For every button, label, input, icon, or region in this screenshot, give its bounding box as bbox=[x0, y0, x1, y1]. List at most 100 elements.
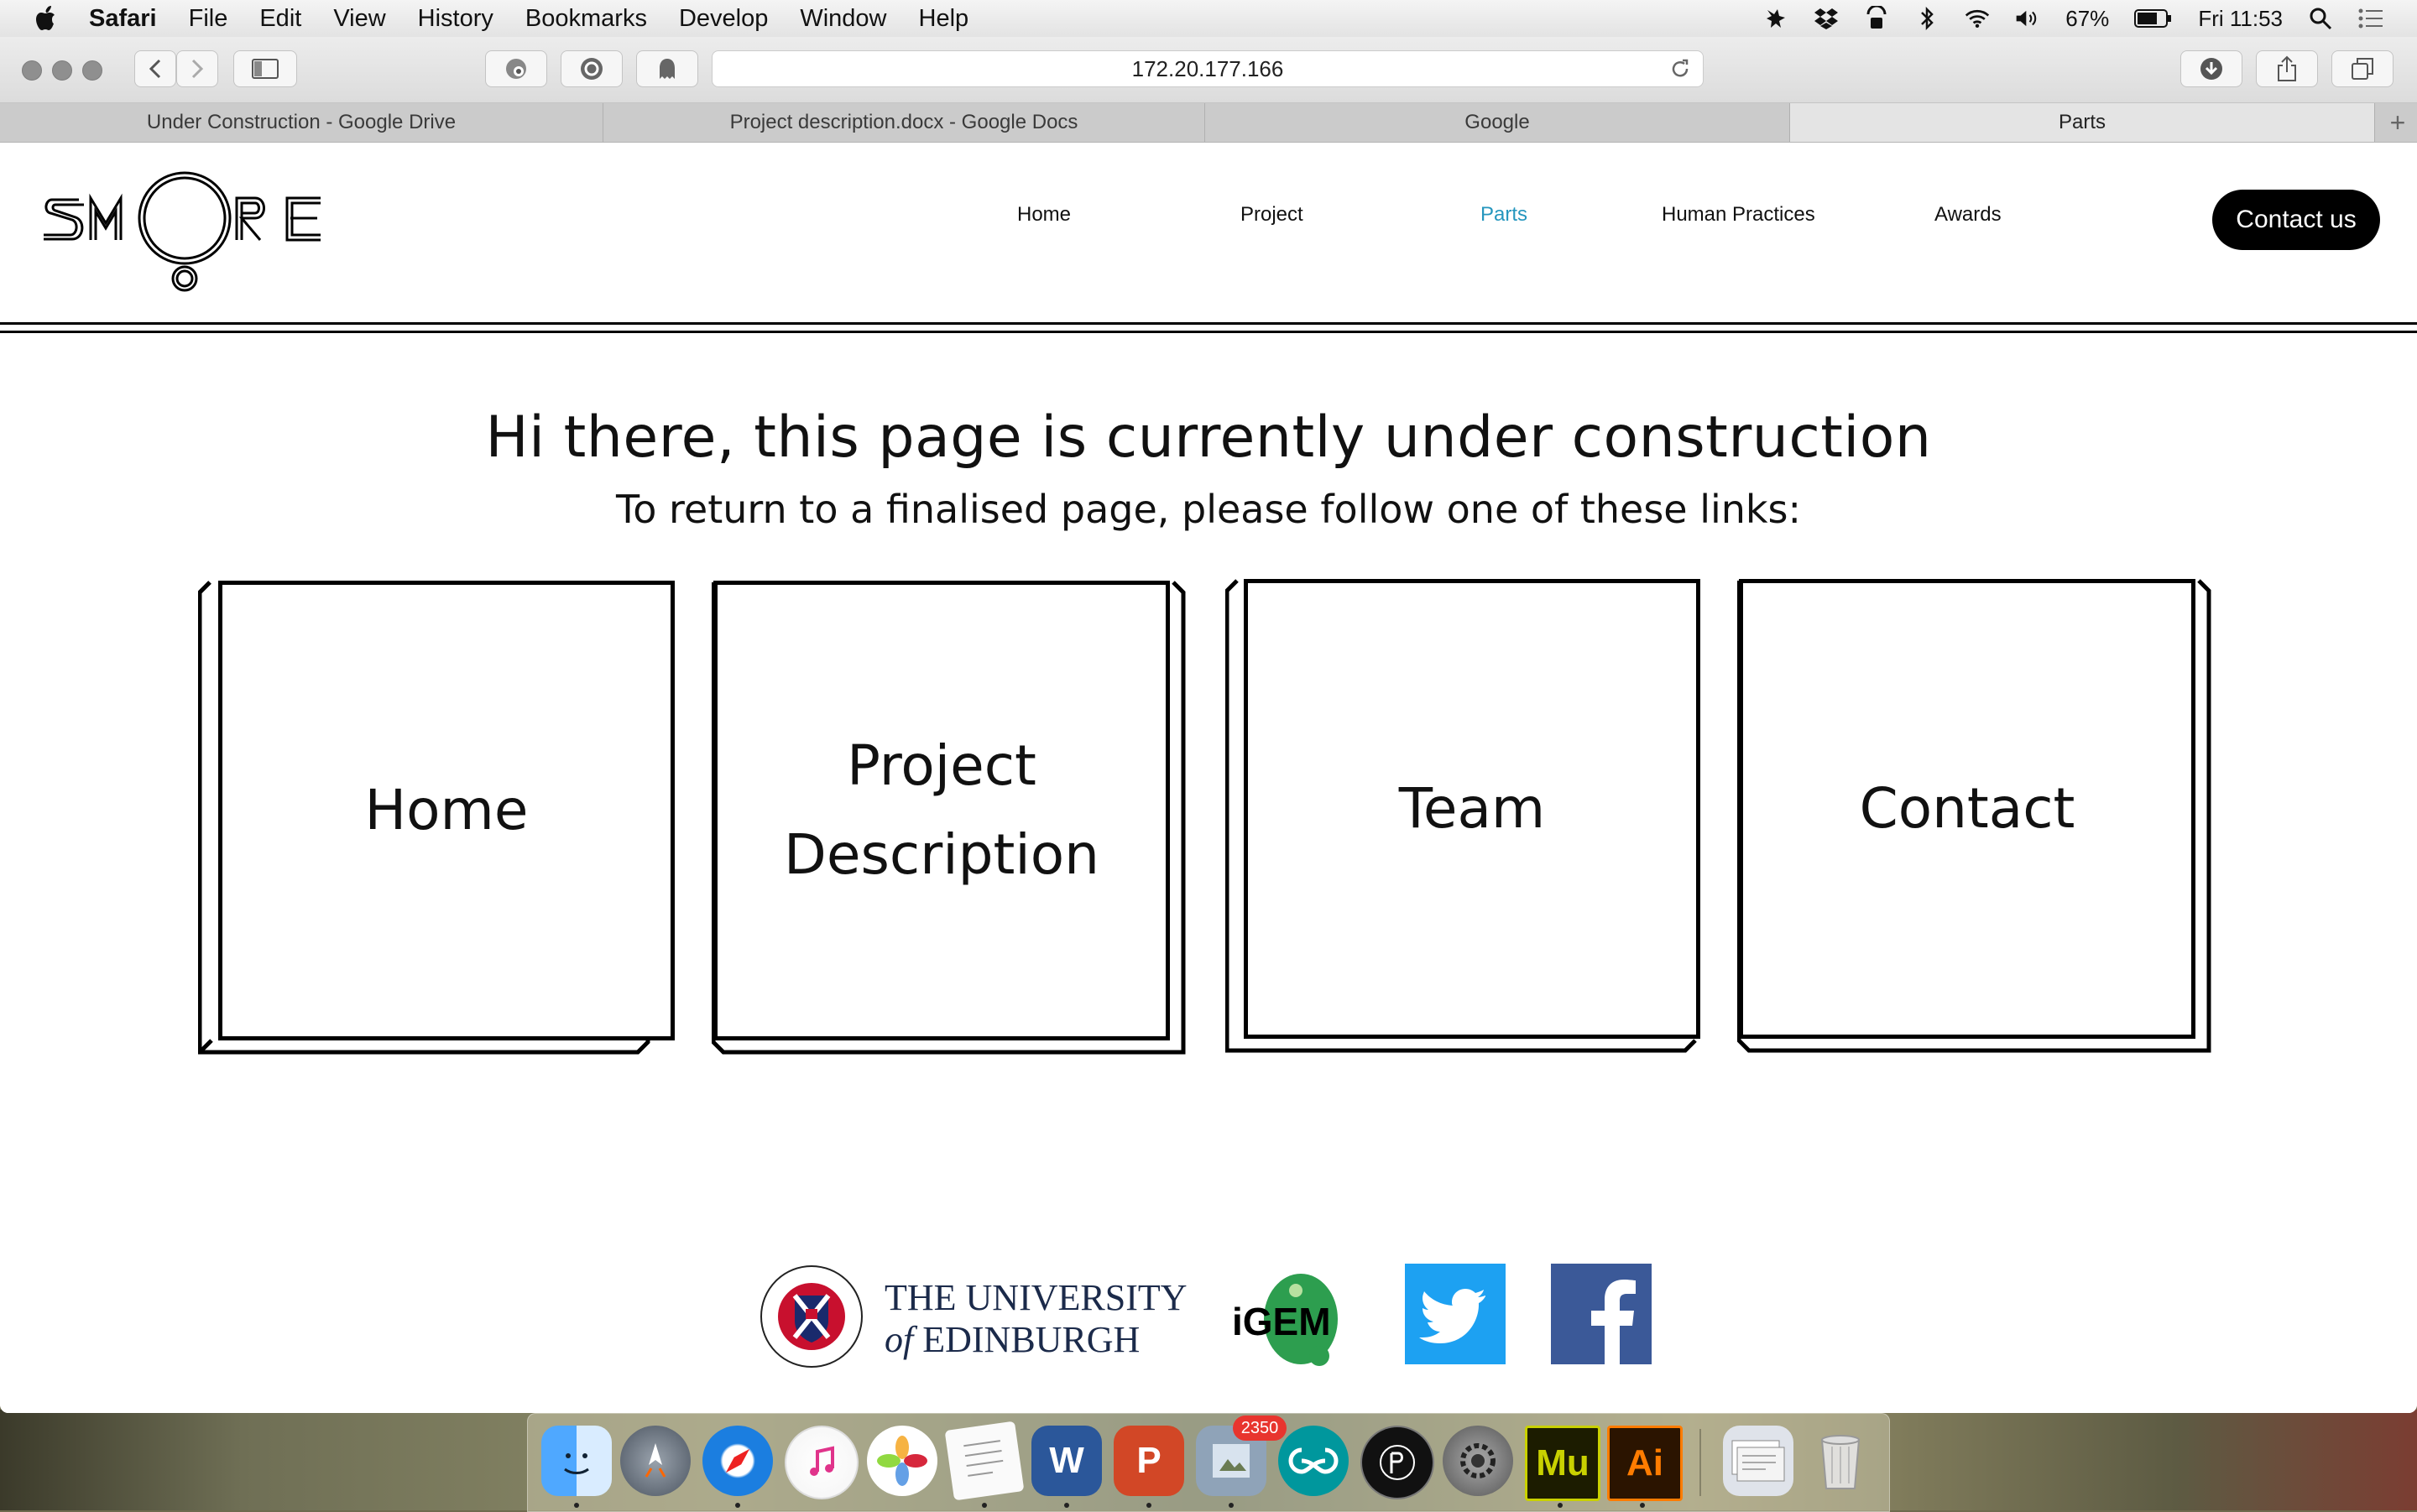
safari-dock-icon[interactable] bbox=[702, 1426, 773, 1496]
university-line-2: of EDINBURGH bbox=[885, 1319, 1188, 1361]
word-icon[interactable]: W bbox=[1031, 1426, 1102, 1496]
itunes-icon[interactable] bbox=[785, 1426, 859, 1499]
tab-title: Under Construction - Google Drive bbox=[146, 111, 457, 133]
photos-icon[interactable] bbox=[867, 1426, 937, 1496]
twitter-link[interactable] bbox=[1405, 1264, 1506, 1364]
card-contact-face[interactable]: Contact bbox=[1739, 579, 2195, 1039]
nav-human-practices[interactable]: Human Practices bbox=[1662, 203, 1815, 227]
textedit-icon[interactable] bbox=[944, 1421, 1025, 1501]
tab-google[interactable]: Google bbox=[1205, 103, 1790, 142]
ghostery-icon bbox=[660, 59, 675, 79]
zoom-window-button[interactable] bbox=[82, 60, 102, 81]
tab-parts[interactable]: Parts bbox=[1790, 103, 2375, 142]
extension-button-2[interactable] bbox=[561, 50, 623, 87]
running-indicator bbox=[574, 1503, 579, 1508]
notification-center-icon[interactable] bbox=[2358, 6, 2383, 31]
menu-history[interactable]: History bbox=[418, 5, 493, 33]
running-indicator bbox=[1558, 1503, 1563, 1508]
card-label: Project bbox=[847, 733, 1036, 799]
menu-view[interactable]: View bbox=[333, 5, 385, 33]
downloads-button[interactable] bbox=[2180, 50, 2242, 87]
browser-window: 172.20.177.166 Under Construction - Goog… bbox=[0, 37, 2417, 1413]
powerpoint-icon[interactable]: P bbox=[1114, 1426, 1184, 1496]
menu-bar: Safari File Edit View History Bookmarks … bbox=[0, 0, 2417, 38]
tab-project-description[interactable]: Project description.docx - Google Docs bbox=[603, 103, 1205, 142]
facebook-link[interactable] bbox=[1551, 1264, 1652, 1364]
card-project-description-face[interactable]: Project Description bbox=[713, 581, 1170, 1040]
igem-logo[interactable]: iGEM bbox=[1229, 1262, 1363, 1371]
illustrator-icon[interactable]: Ai bbox=[1607, 1426, 1683, 1501]
finder-icon[interactable] bbox=[541, 1426, 612, 1496]
card-home-face[interactable]: Home bbox=[218, 581, 675, 1040]
extension-button-1[interactable] bbox=[485, 50, 547, 87]
running-indicator bbox=[735, 1503, 740, 1508]
header-divider bbox=[0, 322, 2417, 325]
trash-icon[interactable] bbox=[1805, 1426, 1876, 1496]
system-preferences-icon[interactable] bbox=[1443, 1426, 1513, 1496]
back-button[interactable] bbox=[134, 50, 176, 87]
launchpad-icon[interactable] bbox=[620, 1426, 691, 1496]
menu-window[interactable]: Window bbox=[800, 5, 886, 33]
bluetooth-icon[interactable] bbox=[1914, 6, 1939, 31]
edinburgh-crest-icon bbox=[760, 1265, 863, 1368]
new-tab-button[interactable]: + bbox=[2375, 103, 2417, 142]
close-window-button[interactable] bbox=[22, 60, 42, 81]
battery-icon[interactable] bbox=[2134, 6, 2173, 31]
twitter-icon bbox=[1419, 1289, 1485, 1343]
p3-app-icon[interactable] bbox=[1360, 1426, 1434, 1499]
card-label: Home bbox=[364, 778, 529, 843]
apple-icon[interactable] bbox=[35, 4, 60, 33]
card-label: Team bbox=[1398, 776, 1546, 842]
header-divider bbox=[0, 331, 2417, 333]
menu-help[interactable]: Help bbox=[919, 5, 969, 33]
address-bar[interactable]: 172.20.177.166 bbox=[712, 50, 1704, 87]
reload-icon[interactable] bbox=[1669, 58, 1691, 80]
volume-icon[interactable] bbox=[2015, 6, 2040, 31]
menu-edit[interactable]: Edit bbox=[259, 5, 301, 33]
running-indicator bbox=[1064, 1503, 1069, 1508]
running-indicator bbox=[982, 1503, 987, 1508]
muse-icon[interactable]: Mu bbox=[1525, 1426, 1600, 1501]
forward-button[interactable] bbox=[176, 50, 218, 87]
menu-file[interactable]: File bbox=[189, 5, 228, 33]
menu-bookmarks[interactable]: Bookmarks bbox=[525, 5, 647, 33]
wifi-icon[interactable] bbox=[1965, 6, 1990, 31]
nav-parts[interactable]: Parts bbox=[1480, 203, 1527, 227]
tab-under-construction[interactable]: Under Construction - Google Drive bbox=[0, 103, 603, 142]
contact-us-button[interactable]: Contact us bbox=[2212, 190, 2380, 250]
chevron-right-icon bbox=[191, 59, 204, 79]
card-team-face[interactable]: Team bbox=[1244, 579, 1700, 1039]
menu-develop[interactable]: Develop bbox=[679, 5, 768, 33]
university-of-edinburgh-logo[interactable]: THE UNIVERSITY of EDINBURGH bbox=[757, 1262, 1227, 1376]
minimize-window-button[interactable] bbox=[52, 60, 72, 81]
downloads-stack-icon[interactable] bbox=[1723, 1426, 1793, 1496]
app-status-icon[interactable] bbox=[1763, 6, 1788, 31]
university-name: EDINBURGH bbox=[922, 1319, 1141, 1360]
card-label: Description bbox=[784, 822, 1099, 887]
sidebar-button[interactable] bbox=[233, 50, 297, 87]
spotlight-search-icon[interactable] bbox=[2308, 6, 2333, 31]
tabs-icon bbox=[2352, 58, 2373, 80]
grammarly-icon bbox=[581, 58, 603, 80]
dock: W P 2350 Mu Ai bbox=[527, 1413, 1890, 1512]
nav-project[interactable]: Project bbox=[1240, 203, 1303, 227]
lock-wifi-icon[interactable] bbox=[1864, 6, 1889, 31]
nav-home[interactable]: Home bbox=[1017, 203, 1071, 227]
running-indicator bbox=[1229, 1503, 1234, 1508]
arduino-icon[interactable] bbox=[1278, 1426, 1349, 1496]
clock[interactable]: Fri 11:53 bbox=[2198, 6, 2283, 32]
running-indicator bbox=[1640, 1503, 1645, 1508]
menu-app-name[interactable]: Safari bbox=[89, 5, 157, 33]
muse-label: Mu bbox=[1536, 1442, 1590, 1483]
dropbox-icon[interactable] bbox=[1814, 6, 1839, 31]
browser-toolbar: 172.20.177.166 bbox=[0, 37, 2417, 103]
share-button[interactable] bbox=[2256, 50, 2318, 87]
extension-button-3[interactable] bbox=[636, 50, 698, 87]
sidebar-icon bbox=[252, 59, 279, 79]
notification-badge: 2350 bbox=[1233, 1416, 1287, 1441]
page-heading: Hi there, this page is currently under c… bbox=[485, 404, 1932, 471]
tab-overview-button[interactable] bbox=[2331, 50, 2394, 87]
nav-awards[interactable]: Awards bbox=[1934, 203, 2002, 227]
smore-logo[interactable] bbox=[40, 168, 326, 294]
share-icon bbox=[2278, 55, 2296, 81]
